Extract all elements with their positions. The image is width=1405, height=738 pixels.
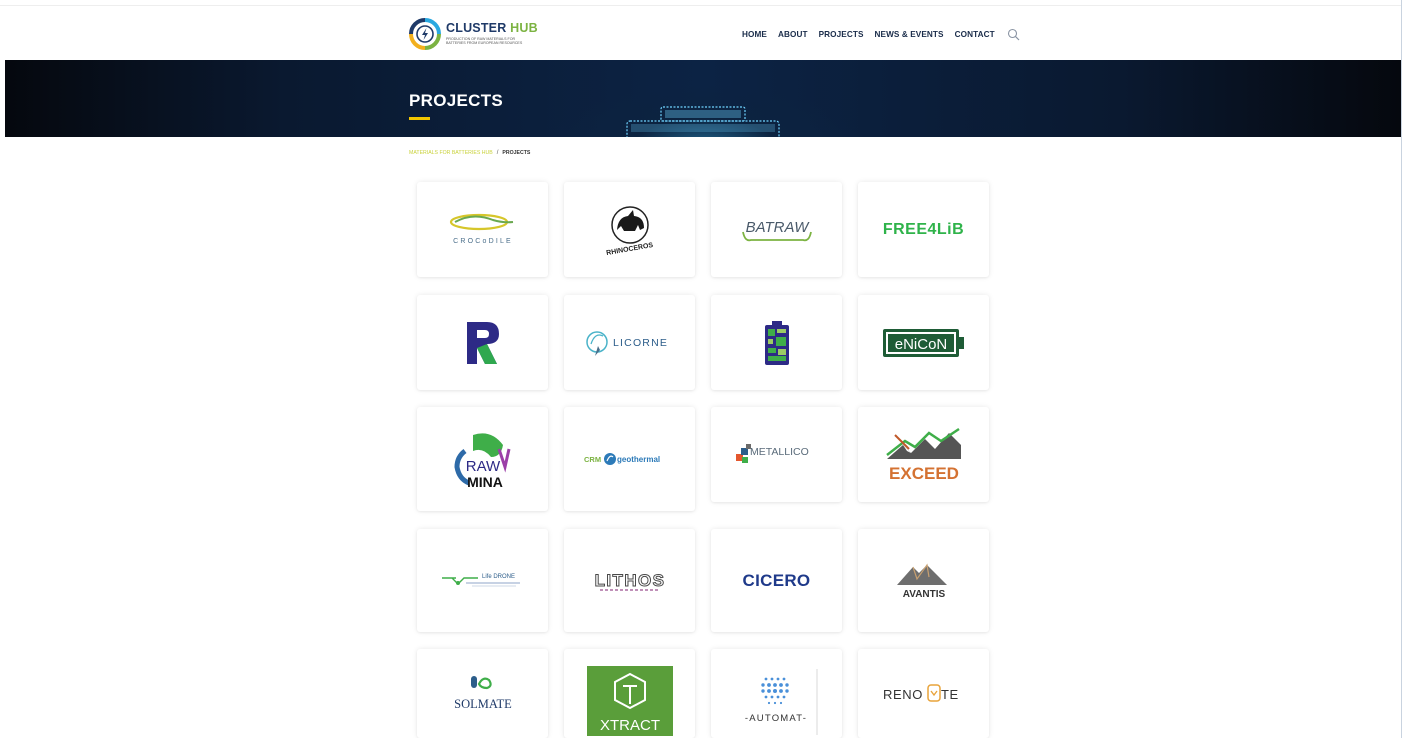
crocodile-logo: CROCoDILE [449, 213, 513, 245]
logo-title-main: CLUSTER [446, 21, 511, 36]
breadcrumb-current: PROJECTS [502, 150, 531, 156]
life-drone-logo-text: Life DRONE [482, 574, 515, 580]
battery-illustration [626, 106, 780, 137]
logo-text: CLUSTER HUB Production of raw materials … [446, 22, 538, 45]
project-card-rawmina[interactable]: RAW MINA [417, 407, 548, 511]
project-card-avantis[interactable]: AVANTIS [858, 529, 989, 632]
project-card-life-drone[interactable]: Life DRONE [417, 529, 548, 632]
batraw-logo-text: BATRAW [745, 219, 810, 236]
avantis-logo-text: AVANTIS [902, 589, 945, 600]
renovate-logo: RENO TE [883, 683, 959, 702]
crm-geothermal-logo: CRM geothermal [584, 453, 660, 465]
rhinoceros-logo-text: RHINOCEROS [605, 241, 653, 256]
page-title: PROJECTS [409, 91, 504, 110]
xtract-logo-text: XTRACT [600, 717, 660, 734]
licorne-logo: LICORNE [585, 330, 668, 356]
solmate-logo-text: SOLMATE [454, 697, 512, 711]
life-drone-logo: Life DRONE [441, 574, 520, 586]
rawmina-logo-text-mina: MINA [467, 474, 503, 490]
rawmina-logo-text-raw: RAW [465, 458, 500, 475]
nav-about[interactable]: ABOUT [778, 30, 808, 39]
crm-geothermal-logo-text-geothermal: geothermal [617, 455, 660, 464]
renovate-logo-text-reno: RENO [883, 687, 923, 702]
cicero-logo-text: CICERO [742, 570, 811, 590]
main-nav: HOME ABOUT PROJECTS NEWS & EVENTS CONTAC… [742, 27, 1020, 41]
crm-geothermal-logo-text-crm: CRM [584, 455, 601, 464]
nav-home[interactable]: HOME [742, 30, 767, 39]
licorne-logo-text: LICORNE [613, 337, 668, 349]
project-card-lithos[interactable]: LITHOS [564, 529, 695, 632]
project-card-xtract[interactable]: XTRACT [564, 649, 695, 738]
metallico-logo: METALLICO [735, 443, 809, 463]
automat-logo-text: -AUTOMAT- [745, 713, 807, 724]
project-card-battery-reuse[interactable] [711, 295, 842, 390]
crocodile-logo-text: CROCoDILE [453, 238, 513, 245]
nav-news-events[interactable]: NEWS & EVENTS [875, 30, 944, 39]
project-card-rhinoceros[interactable]: RHINOCEROS [564, 182, 695, 277]
lithos-logo-text: LITHOS [594, 571, 665, 590]
project-card-free4lib[interactable]: FREE4LiB [858, 182, 989, 277]
page: CLUSTER HUB Production of raw materials … [0, 0, 1405, 738]
project-card-crm-geothermal[interactable]: CRM geothermal [564, 407, 695, 511]
project-card-batraw[interactable]: BATRAW [711, 182, 842, 277]
solmate-logo: SOLMATE [454, 675, 512, 711]
project-card-cicero[interactable]: CICERO [711, 529, 842, 632]
rhinoceros-logo: RHINOCEROS [605, 205, 654, 257]
automat-logo: -AUTOMAT- [745, 669, 818, 735]
project-card-renovate[interactable]: RENO TE [858, 649, 989, 738]
project-card-solmate[interactable]: SOLMATE [417, 649, 548, 738]
cluster-hub-logo[interactable]: CLUSTER HUB Production of raw materials … [408, 16, 538, 52]
free4lib-logo-text: FREE4LiB [882, 220, 965, 238]
batraw-logo: BATRAW [741, 219, 812, 241]
breadcrumb: MATERIALS FOR BATTERIES HUB / PROJECTS [409, 150, 530, 156]
breadcrumb-home[interactable]: MATERIALS FOR BATTERIES HUB [409, 150, 493, 156]
project-card-metallico[interactable]: METALLICO [711, 407, 842, 502]
lithos-logo: LITHOS [594, 570, 665, 591]
project-card-crocodile[interactable]: CROCoDILE [417, 182, 548, 277]
exceed-logo: EXCEED [885, 427, 961, 483]
page-banner: PROJECTS [5, 60, 1401, 137]
nav-contact[interactable]: CONTACT [955, 30, 995, 39]
project-card-licorne[interactable]: LICORNE [564, 295, 695, 390]
metallico-logo-text: METALLICO [750, 446, 809, 458]
xtract-logo: XTRACT [587, 666, 673, 736]
r-letter-logo [466, 321, 499, 364]
project-card-reveal[interactable] [417, 295, 548, 390]
renovate-logo-text-te: TE [941, 687, 959, 702]
title-underline [409, 117, 430, 120]
rawmina-logo: RAW MINA [453, 433, 510, 490]
project-card-automat[interactable]: -AUTOMAT- [711, 649, 842, 738]
site-header: CLUSTER HUB Production of raw materials … [0, 5, 1401, 60]
cluster-hub-logo-icon [409, 18, 441, 50]
logo-title-accent: HUB [510, 21, 538, 36]
avantis-logo: AVANTIS [896, 562, 947, 600]
window-edge [1401, 0, 1402, 738]
search-icon[interactable] [1007, 28, 1020, 41]
battery-logo [764, 320, 789, 365]
logo-subtitle: Production of raw materials for batterie… [446, 36, 523, 46]
breadcrumb-separator: / [496, 150, 499, 156]
project-card-exceed[interactable]: EXCEED [858, 407, 989, 502]
nav-projects[interactable]: PROJECTS [819, 30, 864, 39]
enicon-logo-text: eNiCoN [894, 336, 947, 353]
exceed-logo-text: EXCEED [889, 464, 959, 483]
project-card-enicon[interactable]: eNiCoN [858, 295, 989, 390]
enicon-logo: eNiCoN [882, 328, 964, 357]
logo-title: CLUSTER HUB [446, 22, 538, 35]
